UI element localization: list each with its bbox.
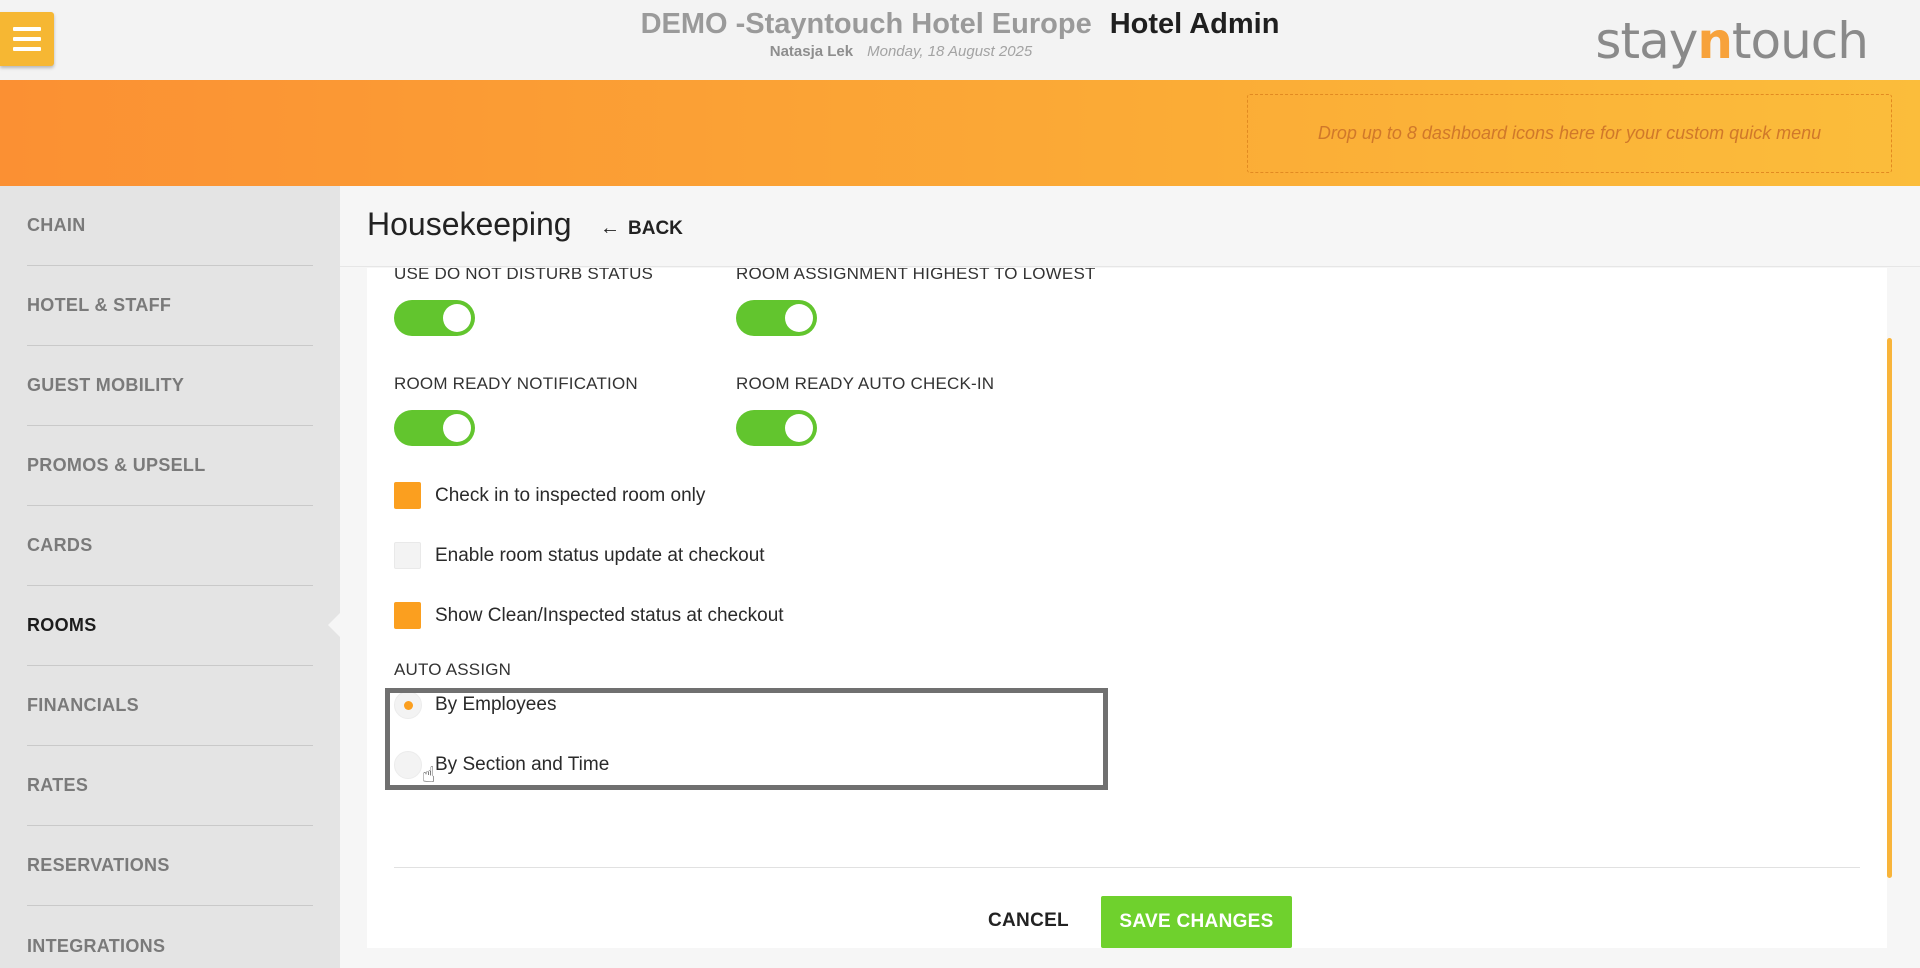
checkbox[interactable] [394, 482, 421, 509]
page-title: Housekeeping [367, 206, 572, 242]
toggle-knob [785, 304, 813, 332]
section-title: Hotel Admin [1109, 8, 1280, 40]
arrow-left-icon: ← [600, 217, 620, 239]
cancel-button[interactable]: CANCEL [988, 910, 1069, 932]
room-assignment-toggle[interactable] [736, 300, 817, 336]
user-name: Natasja Lek [769, 43, 854, 60]
sidebar-item-chain[interactable]: CHAIN [27, 186, 313, 266]
sidebar-item-hotel-staff[interactable]: HOTEL & STAFF [27, 266, 313, 346]
sidebar-item-rooms[interactable]: ROOMS [27, 586, 313, 666]
toggle-label-room-ready-notification: ROOM READY NOTIFICATION [394, 374, 638, 393]
toggle-label-room-assignment: ROOM ASSIGNMENT HIGHEST TO LOWEST [736, 268, 1096, 283]
housekeeping-settings-panel: USE DO NOT DISTURB STATUS ROOM ASSIGNMEN… [367, 268, 1887, 948]
do-not-disturb-toggle[interactable] [394, 300, 475, 336]
stayntouch-logo: stayntouch [1595, 12, 1869, 70]
main-content: Housekeeping ← BACK USE DO NOT DISTURB S… [340, 186, 1920, 968]
current-date: Monday, 18 August 2025 [867, 43, 1033, 60]
back-button[interactable]: ← BACK [600, 217, 683, 240]
vertical-scrollbar[interactable] [1887, 338, 1892, 878]
admin-sidebar: CHAIN HOTEL & STAFF GUEST MOBILITY PROMO… [0, 186, 340, 968]
toggle-knob [443, 414, 471, 442]
checkbox-label: Show Clean/Inspected status at checkout [435, 604, 784, 626]
toggle-label-room-ready-auto-checkin: ROOM READY AUTO CHECK-IN [736, 374, 995, 393]
checkbox-inspected-room-only[interactable]: Check in to inspected room only [394, 482, 705, 509]
room-ready-notification-toggle[interactable] [394, 410, 475, 446]
sidebar-item-reservations[interactable]: RESERVATIONS [27, 826, 313, 906]
form-divider [394, 867, 1860, 868]
toggle-knob [785, 414, 813, 442]
sidebar-item-rates[interactable]: RATES [27, 746, 313, 826]
hotel-name: DEMO -Stayntouch Hotel Europe [640, 8, 1092, 40]
quick-menu-dropzone[interactable]: Drop up to 8 dashboard icons here for yo… [1247, 94, 1892, 173]
hand-cursor-icon: ☝ [422, 762, 436, 787]
sidebar-item-guest-mobility[interactable]: GUEST MOBILITY [27, 346, 313, 426]
highlight-box [385, 688, 1108, 790]
checkbox-clean-inspected-status[interactable]: Show Clean/Inspected status at checkout [394, 602, 784, 629]
sidebar-item-financials[interactable]: FINANCIALS [27, 666, 313, 746]
checkbox-label: Check in to inspected room only [435, 484, 706, 506]
toggle-label-do-not-disturb: USE DO NOT DISTURB STATUS [394, 268, 654, 283]
top-bar: DEMO -Stayntouch Hotel Europe Hotel Admin… [0, 0, 1920, 80]
checkbox[interactable] [394, 542, 421, 569]
checkbox-label: Enable room status update at checkout [435, 544, 765, 566]
title-divider [340, 266, 1920, 267]
auto-assign-label: AUTO ASSIGN [394, 660, 512, 679]
active-indicator-arrow [328, 613, 340, 637]
back-label: BACK [628, 217, 683, 239]
save-changes-button[interactable]: SAVE CHANGES [1101, 896, 1292, 948]
quick-menu-banner: Drop up to 8 dashboard icons here for yo… [0, 80, 1920, 186]
checkbox-room-status-update[interactable]: Enable room status update at checkout [394, 542, 765, 569]
checkbox[interactable] [394, 602, 421, 629]
toggle-knob [443, 304, 471, 332]
sidebar-item-promos-upsell[interactable]: PROMOS & UPSELL [27, 426, 313, 506]
room-ready-auto-checkin-toggle[interactable] [736, 410, 817, 446]
sidebar-item-integrations[interactable]: INTEGRATIONS [27, 906, 313, 968]
sidebar-item-cards[interactable]: CARDS [27, 506, 313, 586]
